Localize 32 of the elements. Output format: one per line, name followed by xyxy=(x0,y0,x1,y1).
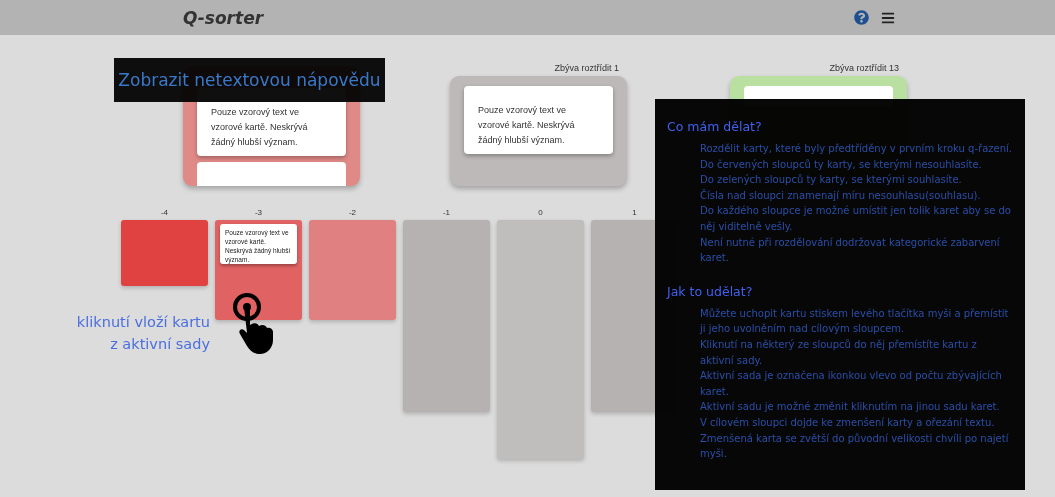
help-text: Čísla nad sloupci znamenají míru nesouhlasu(souhlasu). xyxy=(699,188,982,203)
help-text: Aktivní sadu je možné změnit kliknutím na jinou sadu karet. xyxy=(699,400,1001,415)
column-score: -1 xyxy=(442,208,451,217)
column-score: 0 xyxy=(538,208,543,217)
card[interactable]: Pouze vzorový text ve vzorové kartě. Neskrývá žádný hlubší význam. xyxy=(464,86,613,154)
tooltip: Zobrazit netextovou nápovědu xyxy=(114,58,385,102)
help-text: Do zelených sloupců ty karty, se kterými souhlasíte. xyxy=(699,173,963,188)
help-text: Do červených sloupců ty karty, se kterými nesouhlasíte. xyxy=(699,157,983,172)
remaining-count: Zbýva roztřídit 13 xyxy=(829,63,900,73)
help-text: Není nutné při rozdělování dodržovat kategorické zabarvení karet. xyxy=(699,235,1001,266)
card[interactable] xyxy=(197,162,346,186)
column-score: -2 xyxy=(348,208,357,217)
menu-icon[interactable] xyxy=(881,10,895,25)
column-score: -3 xyxy=(254,208,263,217)
column-score: 1 xyxy=(632,208,637,217)
help-text: Zmenšená karta se zvětší do původní velikosti chvíli po najetí myši. xyxy=(699,431,1010,462)
column-score: -4 xyxy=(160,208,169,217)
help-text: Do každého sloupce je možné umístit jen tolik karet aby se do něj viditelně vešly. xyxy=(699,204,1012,234)
pointer-hand-icon xyxy=(230,292,274,356)
help-icon[interactable] xyxy=(854,10,869,25)
hint-text: z aktivní sady xyxy=(109,335,210,354)
remaining-count: Zbýva roztřídit 1 xyxy=(554,63,620,73)
card-deck[interactable]: Pouze vzorový text ve vzorové kartě. Neskrývá žádný hlubší význam. xyxy=(450,76,627,186)
help-heading: Jak to udělat? xyxy=(667,283,754,299)
help-text: Kliknutí na některý ze sloupců do něj přemístíte kartu z aktivní sady. xyxy=(699,337,978,368)
help-text: Rozdělit karty, které byly předtříděny v prvním kroku q-řazení. xyxy=(699,142,1013,156)
help-text: Můžete uchopit kartu stiskem levého tlačítka myši a přemístit ji jeho uvolněním nad cílovým sloupcem. xyxy=(699,306,1010,337)
help-heading: Co mám dělat? xyxy=(667,119,763,134)
app-title: Q-sorter xyxy=(183,7,265,28)
hint-text: kliknutí vloží kartu xyxy=(76,313,210,332)
help-text: V cílovém sloupci dojde ke zmenšení karty a ořezání textu. xyxy=(699,415,996,430)
help-text: Aktivní sada je označena ikonkou vlevo od počtu zbývajících karet. xyxy=(699,369,1003,399)
